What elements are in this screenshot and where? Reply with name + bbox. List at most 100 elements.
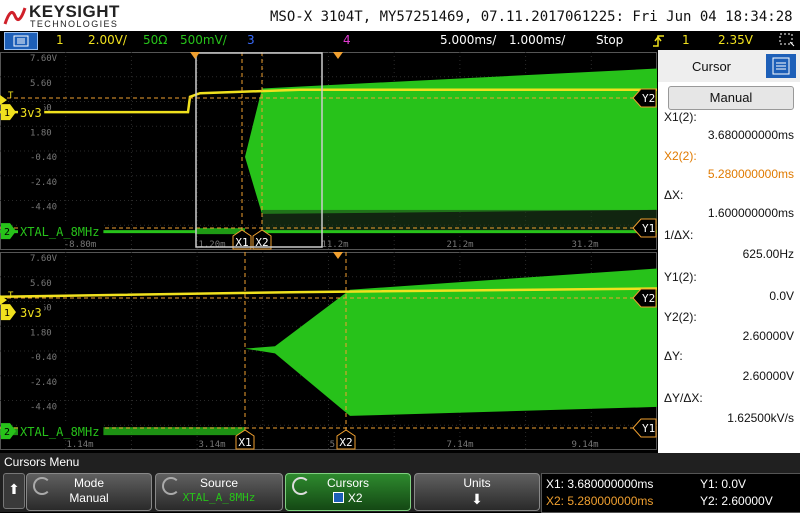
ch2-ground-marker-number: 2	[4, 427, 10, 438]
y-tick-label: 7.60V	[30, 254, 58, 264]
x2-label: X2(2):	[664, 149, 697, 163]
rotate-knob-icon	[292, 477, 310, 495]
ch1-ground-marker-number: 1	[4, 308, 10, 319]
cursor-readout-box: X1: 3.680000000ms X2: 5.280000000ms Y1: …	[541, 473, 800, 513]
y2-label: Y2(2):	[664, 310, 697, 324]
units-softkey[interactable]: Units ⬇	[414, 473, 540, 511]
main-menu-button[interactable]	[4, 32, 38, 50]
ch1-number[interactable]: 1	[56, 33, 64, 47]
readout-x1: X1: 3.680000000ms	[546, 477, 654, 491]
ch1-scale[interactable]: 2.00V/	[88, 33, 127, 47]
x-tick-label: 7.14m	[446, 440, 473, 450]
y-tick-label: -2.40	[30, 378, 57, 388]
x-tick-label: 3.14m	[198, 440, 225, 450]
instrument-id-line: MSO-X 3104T, MY57251469, 07.11.201706122…	[270, 9, 800, 25]
delta-x-value: 1.600000000ms	[707, 206, 794, 220]
softkey-bar: Cursors Menu ⬆ Mode Manual Source XTAL_A…	[0, 453, 800, 513]
y-tick-label: -4.40	[30, 403, 57, 413]
cursors-softkey[interactable]: Cursors X2	[285, 473, 411, 511]
inverse-delta-x-label: 1/ΔX:	[664, 228, 694, 242]
rotate-knob-icon	[33, 477, 51, 495]
ch2-label: XTAL_A_8MHz	[20, 225, 99, 239]
menu-back-button[interactable]: ⬆	[3, 473, 25, 509]
trigger-level-letter: T	[8, 291, 14, 301]
x-tick-label: 1.14m	[66, 440, 93, 450]
ch2-label: XTAL_A_8MHz	[20, 425, 99, 439]
x2-cursor-marker-label: X2	[339, 436, 352, 449]
y2-cursor-marker-label: Y2	[642, 292, 655, 305]
y1-value: 0.0V	[769, 289, 794, 303]
panel-list-icon	[772, 57, 790, 75]
y-tick-label: -0.40	[30, 153, 57, 163]
y-tick-label: 5.60	[30, 279, 52, 289]
instrument-header: KEYSIGHT TECHNOLOGIES MSO-X 3104T, MY572…	[0, 0, 800, 31]
y-tick-label: 1.80	[30, 328, 52, 338]
acquisition-icon[interactable]	[778, 32, 796, 48]
ch4-number[interactable]: 4	[343, 33, 351, 47]
y-tick-label: 5.60	[30, 79, 52, 89]
y-tick-label: -0.40	[30, 353, 57, 363]
x2-value: 5.280000000ms	[707, 167, 794, 181]
x-tick-label: 1.20m	[198, 240, 225, 250]
y2-value: 2.60000V	[742, 329, 794, 343]
ch1-label: 3v3	[20, 306, 42, 320]
readout-y2: Y2: 2.60000V	[700, 494, 773, 508]
panel-toggle-button[interactable]	[766, 54, 796, 78]
channel-status-bar: 1 2.00V/ 50Ω 500mV/ 3 4 5.000ms/ 1.000ms…	[0, 31, 800, 50]
y-tick-label: -2.40	[30, 178, 57, 188]
y1-cursor-marker-label: Y1	[642, 422, 655, 435]
y2-cursor-marker-label: Y2	[642, 92, 655, 105]
ch2-impedance[interactable]: 50Ω	[143, 33, 167, 47]
slope-label: ΔY/ΔX:	[664, 391, 703, 405]
ch1-label: 3v3	[20, 106, 42, 120]
x1-label: X1(2):	[664, 110, 697, 124]
source-softkey[interactable]: Source XTAL_A_8MHz	[155, 473, 283, 511]
delta-y-value: 2.60000V	[742, 369, 794, 383]
y-tick-label: -4.40	[30, 203, 57, 213]
y1-label: Y1(2):	[664, 270, 697, 284]
ch2-scale[interactable]: 500mV/	[180, 33, 227, 47]
x-tick-label: 31.2m	[571, 240, 598, 250]
slope-value: 1.62500kV/s	[727, 411, 794, 425]
run-state[interactable]: Stop	[596, 33, 623, 47]
keysight-logo: KEYSIGHT TECHNOLOGIES	[3, 2, 133, 30]
x-tick-label: 9.14m	[571, 440, 598, 450]
readout-x2: X2: 5.280000000ms	[546, 494, 654, 508]
up-arrow-icon: ⬆	[8, 482, 20, 498]
timebase-scale[interactable]: 5.000ms/	[440, 33, 496, 47]
brand-subtitle: TECHNOLOGIES	[30, 19, 119, 29]
y-tick-label: 1.80	[30, 128, 52, 138]
zoom-timebase-scale[interactable]: 1.000ms/	[509, 33, 565, 47]
cursor-side-panel: Cursor Manual X1(2): 3.680000000ms X2(2)…	[658, 50, 800, 453]
ch2-ground-marker-number: 2	[4, 227, 10, 238]
softkey-menu-title: Cursors Menu	[4, 455, 80, 469]
cursors-softkey-value: X2	[347, 491, 363, 505]
mode-softkey[interactable]: Mode Manual	[26, 473, 152, 511]
y-tick-label: 7.60V	[30, 54, 58, 64]
trigger-channel[interactable]: 1	[682, 33, 690, 47]
menu-icon	[13, 35, 29, 47]
trigger-level-letter: T	[8, 91, 14, 101]
keysight-wave-icon	[3, 7, 27, 25]
cursor-panel-title: Cursor	[692, 59, 732, 74]
waveform-canvas[interactable]: 7.60V5.603.601.80-0.40-2.40-4.40-6.40-8.…	[0, 50, 657, 453]
y1-cursor-marker-label: Y1	[642, 222, 655, 235]
inverse-delta-x-value: 625.00Hz	[742, 247, 794, 261]
readout-y1: Y1: 0.0V	[700, 477, 747, 491]
rotate-knob-icon	[162, 477, 180, 495]
cursor-mode-selector[interactable]: Manual	[668, 86, 794, 110]
x1-value: 3.680000000ms	[707, 128, 794, 142]
units-softkey-label: Units	[463, 476, 491, 490]
ch1-ground-marker-number: 1	[4, 108, 10, 119]
delta-x-label: ΔX:	[664, 188, 684, 202]
x-tick-label: 11.2m	[321, 240, 348, 250]
x1-cursor-marker-label: X1	[238, 436, 251, 449]
cursor-select-box-icon	[333, 492, 345, 503]
ch3-number[interactable]: 3	[247, 33, 255, 47]
x-tick-label: 21.2m	[446, 240, 473, 250]
waveform-display[interactable]: 7.60V5.603.601.80-0.40-2.40-4.40-6.40-8.…	[0, 50, 657, 453]
cursor-panel-header: Cursor	[658, 50, 800, 82]
trigger-edge-icon[interactable]	[652, 33, 666, 49]
trigger-level[interactable]: 2.35V	[718, 33, 753, 47]
down-arrow-icon: ⬇	[471, 491, 483, 507]
